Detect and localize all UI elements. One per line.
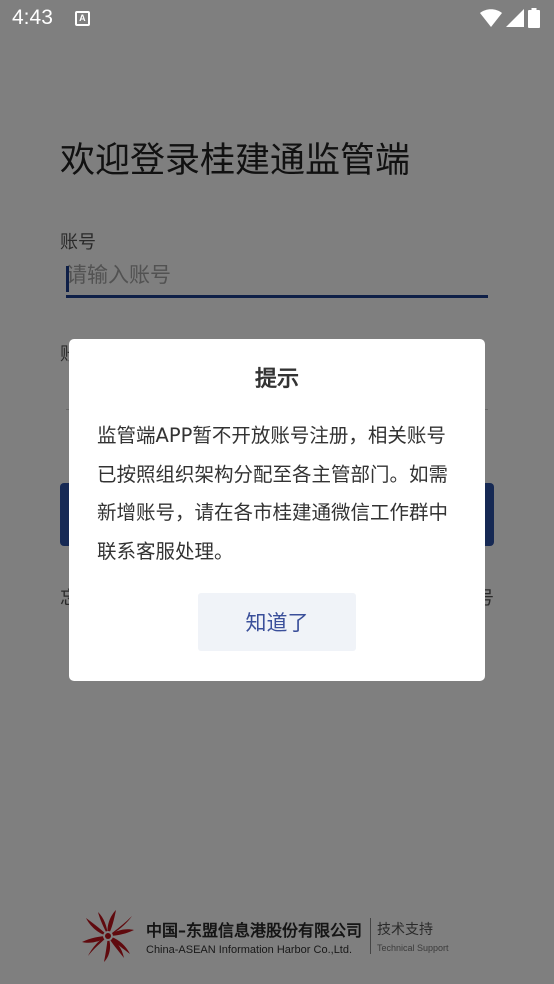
battery-icon [528, 8, 540, 28]
status-bar: 4:43 A [0, 0, 554, 36]
status-time: 4:43 [12, 6, 53, 29]
ok-button[interactable]: 知道了 [198, 593, 356, 651]
wifi-icon [480, 9, 502, 27]
dialog-title: 提示 [254, 367, 299, 392]
signal-icon [506, 9, 524, 27]
dialog-message: 监管端APP暂不开放账号注册，相关账号已按照组织架构分配至各主管部门。如需新增账… [97, 424, 449, 563]
notice-dialog: 提示 监管端APP暂不开放账号注册，相关账号已按照组织架构分配至各主管部门。如需… [69, 339, 485, 681]
notification-app-icon: A [74, 10, 90, 26]
status-icons [480, 8, 540, 28]
